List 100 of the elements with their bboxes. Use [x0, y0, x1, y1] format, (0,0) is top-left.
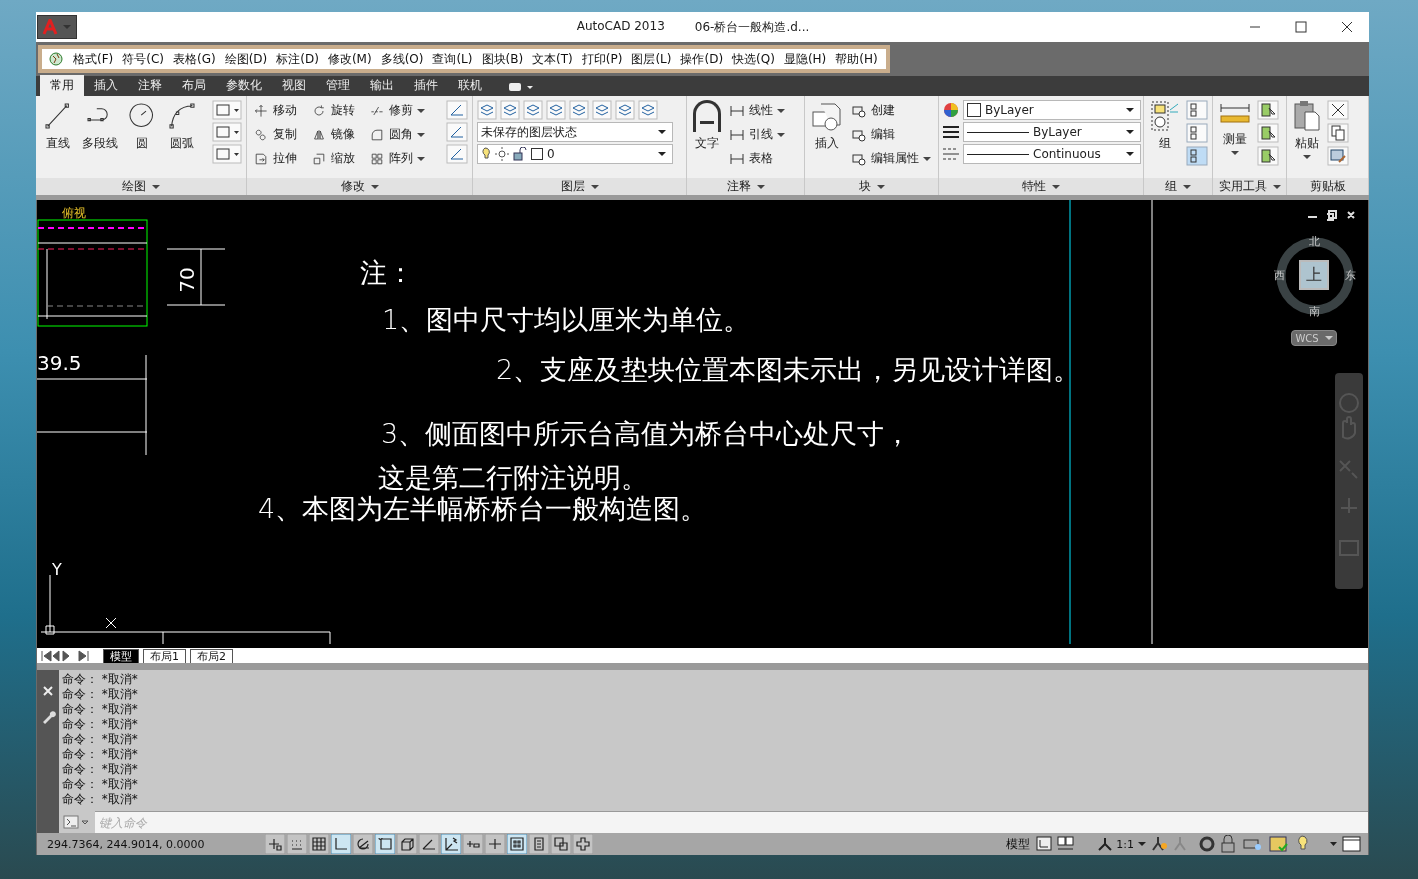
panel-title[interactable]: 实用工具: [1213, 178, 1286, 195]
panel-title[interactable]: 组: [1144, 178, 1212, 195]
layer-dropdown[interactable]: 0: [477, 144, 673, 164]
grid-icon[interactable]: [309, 834, 329, 854]
layer-tool-icon[interactable]: [615, 100, 635, 120]
draw-tool-button[interactable]: 直线: [40, 100, 76, 152]
group-tool-icon[interactable]: [1186, 100, 1208, 120]
layout-icon[interactable]: [1036, 836, 1077, 852]
ribbon-tab[interactable]: 输出: [360, 75, 404, 96]
ribbon-tab[interactable]: 参数化: [216, 75, 272, 96]
thick-cross-icon[interactable]: [485, 834, 505, 854]
clean-screen-icon[interactable]: [1328, 835, 1362, 853]
modify-tool-icon[interactable]: [446, 122, 468, 142]
ribbon-tab[interactable]: 管理: [316, 75, 360, 96]
annotation-tool-button[interactable]: 引线: [727, 124, 787, 145]
menu-item[interactable]: 快选(Q): [732, 50, 775, 68]
layer-tool-icon[interactable]: [500, 100, 520, 120]
plus-minus-icon[interactable]: [463, 834, 483, 854]
group-tool-icon[interactable]: [1186, 146, 1208, 166]
dot-grid-icon[interactable]: [287, 834, 307, 854]
ribbon-tab[interactable]: 联机: [448, 75, 492, 96]
layout-tab[interactable]: 模型: [103, 648, 139, 663]
panel-title[interactable]: 绘图: [36, 178, 246, 195]
lightbulb-icon[interactable]: [481, 147, 491, 161]
menu-item[interactable]: 多线(O): [380, 50, 424, 68]
menu-item[interactable]: 打印(P): [581, 50, 623, 68]
scissors-icon[interactable]: [1327, 100, 1349, 120]
ribbon-tab[interactable]: 视图: [272, 75, 316, 96]
annotation-scale-dropdown[interactable]: 1:1: [1098, 837, 1146, 851]
viewport-controls[interactable]: [1307, 210, 1355, 221]
color-dropdown[interactable]: ByLayer: [963, 100, 1141, 120]
viewcube-ring[interactable]: [1276, 237, 1354, 315]
plus-icon[interactable]: [573, 834, 593, 854]
draw-tool-button[interactable]: 多段线: [80, 100, 120, 152]
menu-item[interactable]: 标注(D): [276, 50, 319, 68]
ribbon-tab[interactable]: 插入: [84, 75, 128, 96]
modify-tool-button[interactable]: 旋转: [309, 100, 367, 121]
close-icon[interactable]: [41, 684, 55, 698]
block-tool-button[interactable]: 编辑: [849, 124, 933, 145]
group-tool-icon[interactable]: [1186, 123, 1208, 143]
menu-item[interactable]: 绘图(D): [224, 50, 268, 68]
right-angle-icon[interactable]: [331, 834, 351, 854]
block-tool-button[interactable]: 编辑属性: [849, 148, 933, 169]
menu-item[interactable]: 帮助(H): [835, 50, 878, 68]
sun-icon[interactable]: [495, 147, 509, 161]
panel-title[interactable]: 图层: [473, 178, 686, 195]
text-tool-button[interactable]: 文字: [691, 100, 723, 152]
layer-state-dropdown[interactable]: 未保存的图层状态: [477, 122, 673, 142]
angle-icon[interactable]: [419, 834, 439, 854]
globe-icon[interactable]: [48, 51, 64, 67]
utility-tool-icon[interactable]: [1257, 100, 1279, 120]
modify-tool-button[interactable]: 阵列: [367, 148, 437, 169]
insert-block-button[interactable]: 插入: [809, 100, 845, 152]
modify-tool-button[interactable]: 镜像: [309, 124, 367, 145]
modify-tool-button[interactable]: 缩放: [309, 148, 367, 169]
layout-tab[interactable]: 布局2: [190, 648, 233, 663]
layout-tab[interactable]: 布局1: [143, 648, 186, 663]
shape-dropdown-icon[interactable]: [212, 144, 242, 164]
match-properties-icon[interactable]: [1327, 146, 1349, 166]
menu-item[interactable]: 显隐(H): [783, 50, 827, 68]
command-input-field[interactable]: 键入命令: [95, 811, 1368, 833]
copy-icon[interactable]: [1327, 123, 1349, 143]
modify-tool-icon[interactable]: [446, 100, 468, 120]
block-tool-button[interactable]: 创建: [849, 100, 933, 121]
model-space-button[interactable]: 模型: [1006, 835, 1031, 853]
layer-tool-icon[interactable]: [569, 100, 589, 120]
modify-tool-button[interactable]: 拉伸: [251, 148, 309, 169]
application-menu-button[interactable]: [37, 15, 77, 39]
viewport-label[interactable]: 俯视: [62, 205, 86, 222]
ribbon-tab[interactable]: 注释: [128, 75, 172, 96]
checker-square-icon[interactable]: [507, 834, 527, 854]
menu-item[interactable]: 查询(L): [432, 50, 473, 68]
panel-title[interactable]: 剪贴板: [1287, 178, 1368, 195]
modify-tool-icon[interactable]: [446, 144, 468, 164]
maximize-icon[interactable]: [1295, 21, 1307, 33]
ribbon-tab[interactable]: 插件: [404, 75, 448, 96]
annotation-tool-button[interactable]: 线性: [727, 100, 787, 121]
shape-dropdown-icon[interactable]: [212, 122, 242, 142]
menu-item[interactable]: 符号(C): [122, 50, 164, 68]
modify-tool-button[interactable]: 移动: [251, 100, 309, 121]
modify-tool-button[interactable]: 圆角: [367, 124, 437, 145]
viewcube-face[interactable]: 上: [1299, 260, 1329, 290]
layer-tool-icon[interactable]: [477, 100, 497, 120]
drawing-canvas[interactable]: 俯视 70 39.5 Y 注： 1、图中尺寸均以厘米为单位。 2、支座及垫块位置本图未示出，另见设计详图。 3、侧面图中所示台高值为桥台中心处尺寸， 这是第二行附注说明。 4、本图为左半幅桥桥台一般构造图。 北 西 上 东 南 WCS: [37, 200, 1368, 648]
menu-item[interactable]: 文本(T): [532, 50, 573, 68]
menu-item[interactable]: 修改(M): [327, 50, 372, 68]
panel-title[interactable]: 注释: [687, 178, 804, 195]
menu-item[interactable]: 格式(F): [73, 50, 114, 68]
measure-button[interactable]: 测量: [1217, 100, 1253, 155]
panel-title[interactable]: 修改: [247, 178, 472, 195]
layer-tool-icon[interactable]: [546, 100, 566, 120]
utility-tool-icon[interactable]: [1257, 146, 1279, 166]
lineweight-dropdown[interactable]: ByLayer: [963, 122, 1141, 142]
list-icon[interactable]: [529, 834, 549, 854]
shape-dropdown-icon[interactable]: [212, 100, 242, 120]
draw-tool-button[interactable]: 圆: [124, 100, 160, 152]
close-icon[interactable]: [1341, 21, 1353, 33]
layer-tool-icon[interactable]: [592, 100, 612, 120]
paste-button[interactable]: 粘贴: [1291, 100, 1323, 159]
polar-angle-icon[interactable]: [353, 834, 373, 854]
